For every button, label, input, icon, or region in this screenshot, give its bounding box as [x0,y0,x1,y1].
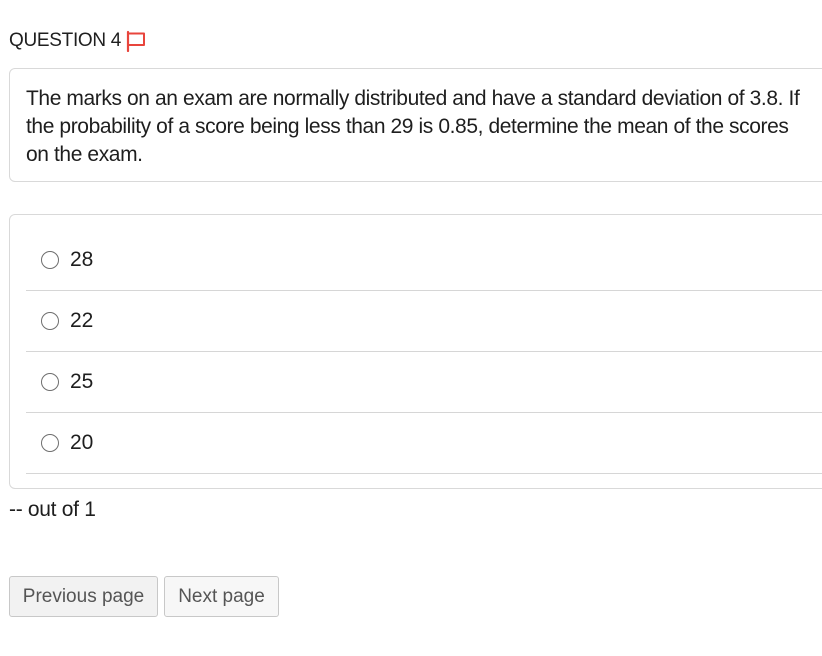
radio-button[interactable] [41,434,59,452]
radio-button[interactable] [41,373,59,391]
radio-button[interactable] [41,312,59,330]
radio-button[interactable] [41,251,59,269]
answer-option[interactable]: 28 [26,230,822,291]
answer-label: 28 [70,248,94,271]
flag-icon[interactable] [125,30,147,53]
question-number: QUESTION 4 [9,30,122,51]
answer-options: 28 22 25 20 [9,214,822,489]
question-text: The marks on an exam are normally distri… [26,87,800,166]
question-card: The marks on an exam are normally distri… [9,68,822,182]
answer-option[interactable]: 20 [26,413,822,474]
answer-option[interactable]: 25 [26,352,822,413]
quiz-page: QUESTION 4 The marks on an exam are norm… [0,0,822,656]
next-page-button[interactable]: Next page [164,576,279,617]
answer-label: 22 [70,309,94,332]
answer-label: 25 [70,370,94,393]
question-header: QUESTION 4 [9,30,147,53]
answer-option[interactable]: 22 [26,291,822,352]
answer-label: 20 [70,431,94,454]
previous-page-button[interactable]: Previous page [9,576,158,617]
score-text: -- out of 1 [9,498,96,521]
